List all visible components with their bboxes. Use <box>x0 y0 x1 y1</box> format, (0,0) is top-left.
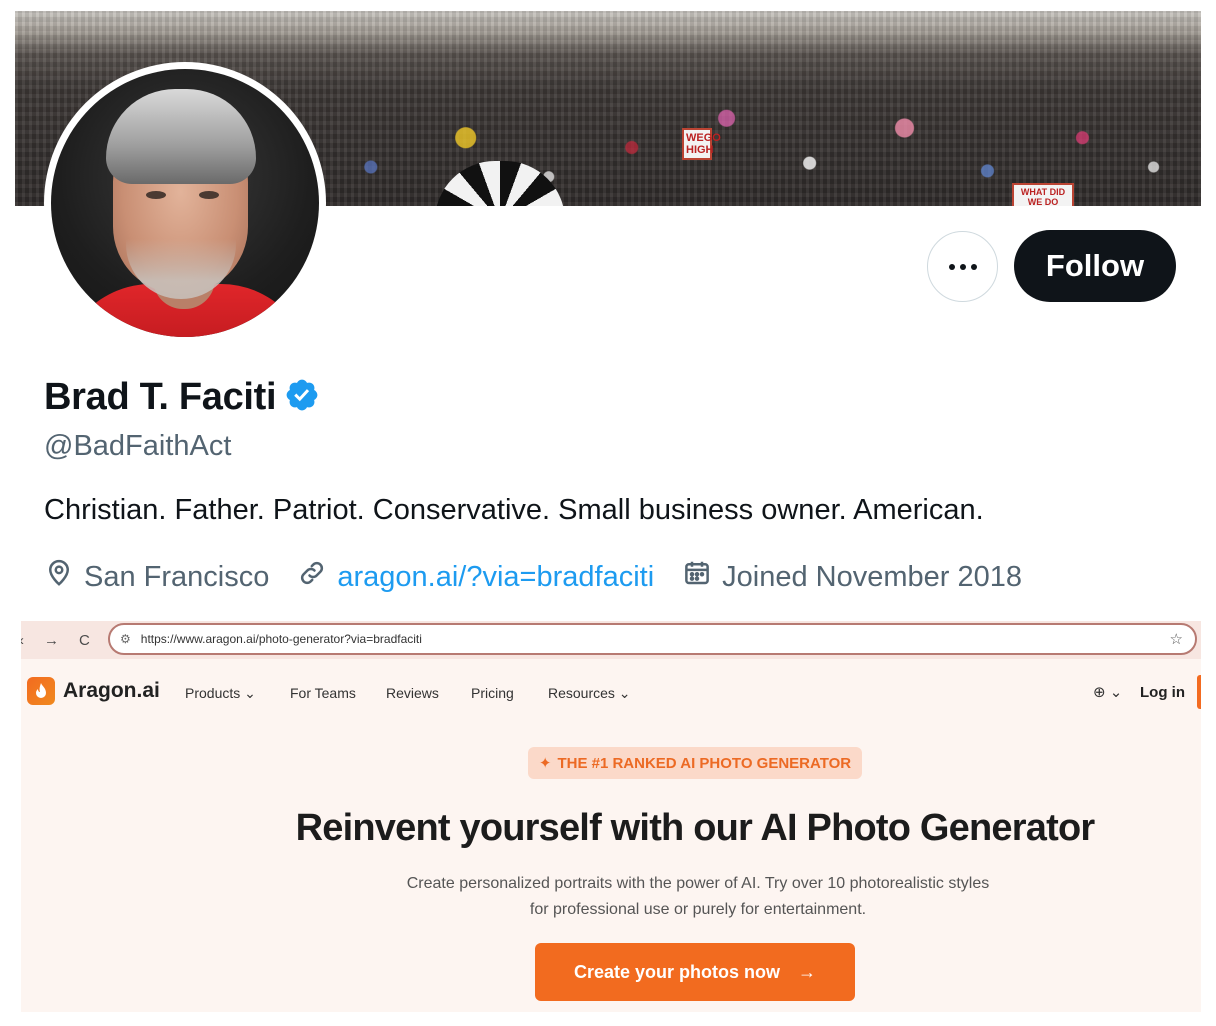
joined-item: Joined November 2018 <box>682 558 1022 596</box>
site-settings-icon[interactable]: ⚙ <box>120 632 131 646</box>
brand-name[interactable]: Aragon.ai <box>63 679 160 703</box>
embedded-screenshot: ‹ → C ⚙ https://www.aragon.ai/photo-gene… <box>21 621 1201 1012</box>
more-options-button[interactable] <box>927 231 998 302</box>
calendar-icon <box>682 558 712 596</box>
aragon-logo-icon[interactable] <box>27 677 55 705</box>
more-dot-icon <box>948 263 955 270</box>
browser-toolbar: ‹ → C ⚙ https://www.aragon.ai/photo-gene… <box>21 621 1201 659</box>
location-text: San Francisco <box>84 560 270 593</box>
address-bar-url: https://www.aragon.ai/photo-generator?vi… <box>140 632 422 646</box>
ranking-badge-text: THE #1 RANKED AI PHOTO GENERATOR <box>557 754 852 772</box>
location-pin-icon <box>44 558 74 596</box>
site-navbar: Aragon.ai Products ⌄ For Teams Reviews P… <box>21 669 1201 715</box>
bookmark-star-icon[interactable]: ☆ <box>1170 630 1183 648</box>
profile-meta: San Francisco aragon.ai/?via=bradfaciti … <box>44 558 1050 596</box>
language-globe-icon[interactable]: ⊕ ⌄ <box>1093 683 1122 701</box>
banner-sign: WEGO HIGH <box>682 128 721 160</box>
sparkle-icon: ✦ <box>538 755 552 772</box>
nav-for-teams[interactable]: For Teams <box>290 685 356 701</box>
hero-headline: Reinvent yourself with our AI Photo Gene… <box>295 807 1095 849</box>
profile-avatar[interactable] <box>44 62 326 344</box>
hero-subtext-line: for professional use or purely for enter… <box>529 901 867 918</box>
address-bar[interactable]: ⚙ https://www.aragon.ai/photo-generator?… <box>108 623 1197 655</box>
create-photos-button[interactable]: Create your photos now → <box>535 943 855 1001</box>
website-item[interactable]: aragon.ai/?via=bradfaciti <box>297 558 654 596</box>
nav-resources[interactable]: Resources ⌄ <box>548 685 631 702</box>
avatar-photo <box>51 69 319 337</box>
profile-name: Brad T. Faciti <box>44 376 277 418</box>
location-item: San Francisco <box>44 558 269 596</box>
profile-bio: Christian. Father. Patriot. Conservative… <box>44 494 984 526</box>
nav-reviews[interactable]: Reviews <box>386 685 439 701</box>
arrow-right-icon: → <box>798 961 816 982</box>
ranking-badge: ✦ THE #1 RANKED AI PHOTO GENERATOR <box>528 747 862 779</box>
reload-icon[interactable]: C <box>79 632 90 649</box>
nav-products[interactable]: Products ⌄ <box>185 685 256 702</box>
login-link[interactable]: Log in <box>1140 684 1185 701</box>
verified-badge-icon[interactable] <box>284 377 320 418</box>
banner-sign: WHAT DID WE DO WRONG <box>1012 183 1074 206</box>
nav-pricing[interactable]: Pricing <box>471 685 514 701</box>
joined-text: Joined November 2018 <box>722 560 1023 593</box>
hero-subtext: Create personalized portraits with the p… <box>21 871 1201 923</box>
follow-button[interactable]: Follow <box>1014 230 1176 302</box>
link-icon <box>297 558 327 596</box>
signup-button-edge[interactable] <box>1197 675 1201 709</box>
back-icon[interactable]: ‹ <box>21 632 24 649</box>
forward-icon[interactable]: → <box>44 632 59 649</box>
profile-name-row: Brad T. Faciti <box>44 376 320 419</box>
hero-subtext-line: Create personalized portraits with the p… <box>406 875 990 892</box>
website-link[interactable]: aragon.ai/?via=bradfaciti <box>337 561 654 594</box>
more-dot-icon <box>970 263 977 270</box>
more-dot-icon <box>959 263 966 270</box>
profile-handle: @BadFaithAct <box>44 430 232 462</box>
create-photos-label: Create your photos now <box>573 961 780 982</box>
